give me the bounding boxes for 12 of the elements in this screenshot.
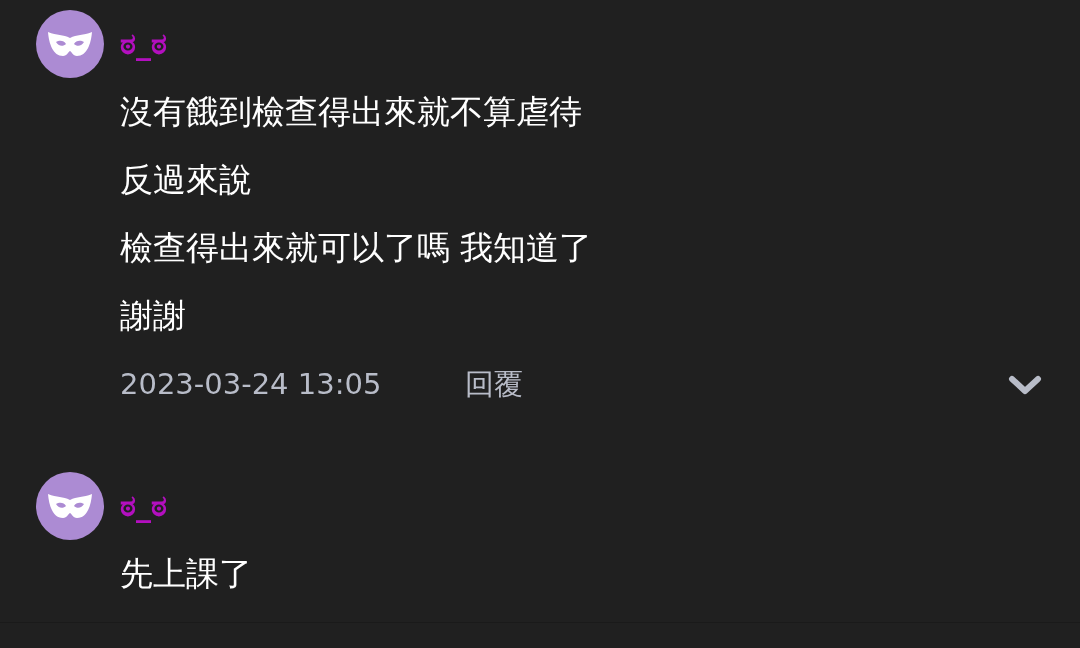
comment-text: 謝謝: [120, 295, 187, 337]
comment-text: 檢查得出來就可以了嗎 我知道了: [120, 227, 594, 269]
comment-text: 先上課了: [120, 553, 253, 595]
mask-icon: [47, 492, 93, 520]
reply-button[interactable]: 回覆: [465, 363, 523, 407]
username[interactable]: ಠ_ಠ: [120, 491, 167, 521]
comment-text: 反過來說: [120, 159, 253, 201]
chevron-down-icon[interactable]: [1008, 375, 1042, 395]
comment-text: 沒有餓到檢查得出來就不算虐待: [120, 91, 583, 133]
username[interactable]: ಠ_ಠ: [120, 29, 167, 59]
mask-icon: [47, 30, 93, 58]
timestamp: 2023-03-24 13:05: [120, 366, 383, 404]
